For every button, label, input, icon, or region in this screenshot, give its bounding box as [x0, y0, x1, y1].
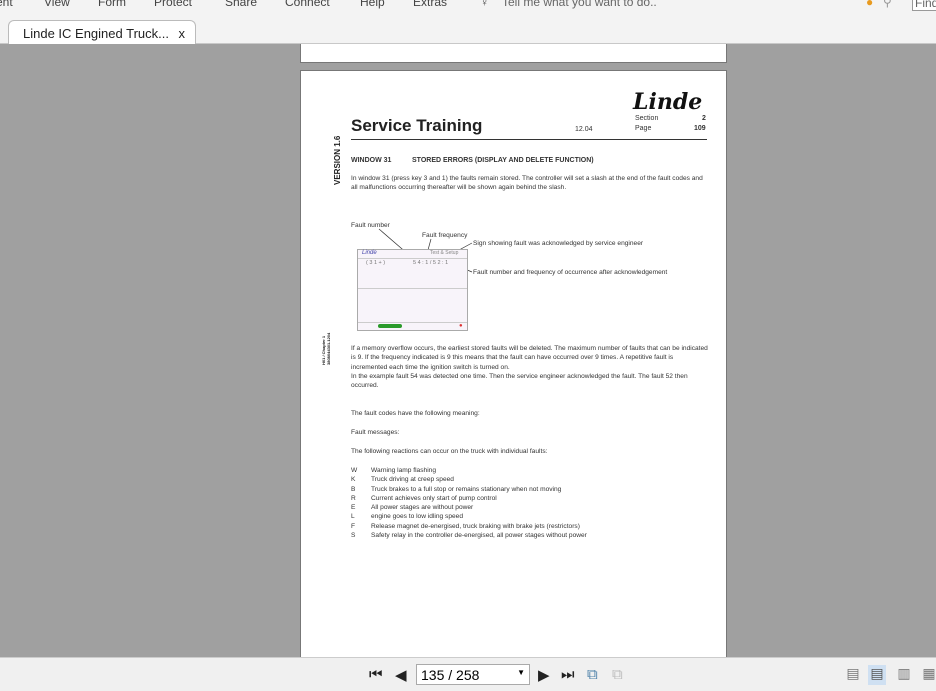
screen-title: Test & Setup	[430, 250, 459, 256]
search-icon: ⚲	[883, 0, 892, 9]
continuous-view-icon[interactable]: ▤	[868, 665, 886, 685]
list-item: E All power stages are without power	[351, 504, 474, 512]
screen-window: ( 3 1 + )	[366, 260, 386, 266]
list-item: Lengine goes to low idling speed	[351, 513, 464, 521]
document-page: Linde Service Training 12.04 Section 2 P…	[300, 70, 727, 657]
facing-view-icon[interactable]: ▥	[895, 665, 913, 685]
next-view-icon: ⧉	[612, 666, 623, 683]
document-tab[interactable]: Linde IC Engined Truck... x	[8, 20, 196, 45]
menu-view[interactable]: View	[44, 0, 70, 9]
list-item: S Safety relay in the controller de-energ…	[351, 532, 587, 540]
tab-bar: Linde IC Engined Truck... x	[0, 14, 936, 45]
close-tab-icon[interactable]: x	[179, 26, 186, 41]
screen-alert-icon: ●	[459, 323, 463, 329]
display-screen-figure: Linde Test & Setup ( 3 1 + ) 5 4 : 1 / 5…	[357, 249, 468, 331]
menu-connect[interactable]: Connect	[285, 0, 330, 9]
fault-messages-text: Fault messages:	[351, 429, 400, 436]
last-page-icon[interactable]: ⏭	[561, 666, 575, 683]
next-page-icon[interactable]: ▶	[538, 666, 550, 684]
reactions-text: The following reactions can occur on the…	[351, 448, 548, 455]
overflow-paragraph: If a memory overflow occurs, the earlies…	[351, 345, 708, 371]
example-paragraph: In the example fault 54 was detected one…	[351, 373, 688, 390]
menu-comment[interactable]: ent	[0, 0, 13, 9]
tab-title: Linde IC Engined Truck...	[23, 26, 169, 41]
continuous-facing-view-icon[interactable]: ▦	[920, 665, 936, 685]
list-item: R Current achieves only start of pump con…	[351, 494, 497, 502]
screen-status-icon	[378, 324, 402, 328]
single-page-view-icon[interactable]: ▤	[844, 665, 862, 685]
lightbulb-icon: ♀	[480, 0, 489, 9]
screen-codes: 5 4 : 1 / 5 2 : 1	[413, 260, 449, 266]
screen-logo: Linde	[362, 250, 377, 256]
list-item: W Warning lamp flashing	[351, 467, 436, 474]
menu-share[interactable]: Share	[225, 0, 257, 9]
menu-help[interactable]: Help	[360, 0, 385, 9]
menu-form[interactable]: Form	[98, 0, 126, 9]
meaning-text: The fault codes have the following meani…	[351, 410, 480, 417]
tell-me-search[interactable]: Tell me what you want to do..	[502, 0, 657, 9]
document-viewer[interactable]: Linde Service Training 12.04 Section 2 P…	[0, 44, 936, 657]
list-item: F Release magnet de-energised, truck brak…	[351, 522, 580, 530]
notification-icon[interactable]: ●	[866, 0, 873, 9]
previous-view-icon[interactable]: ⧉	[587, 666, 598, 683]
page-number-value: 135 / 258	[421, 667, 480, 683]
menu-protect[interactable]: Protect	[154, 0, 192, 9]
page-number-input[interactable]: 135 / 258 ▼	[416, 664, 530, 685]
list-item: K Truck driving at creep speed	[351, 476, 454, 484]
reaction-codes-list: W Warning lamp flashing K Truck driving at…	[351, 466, 587, 540]
page-navigation-toolbar: ⏮ ◀ 135 / 258 ▼ ▶ ⏭ ⧉ ⧉ ▤ ▤ ▥ ▦	[0, 657, 936, 691]
first-page-icon[interactable]: ⏮	[369, 666, 383, 683]
menu-bar: ent View Form Protect Share Connect Help…	[0, 0, 936, 14]
find-input[interactable]: Find	[912, 0, 936, 11]
previous-page	[300, 44, 727, 63]
menu-extras[interactable]: Extras	[413, 0, 447, 9]
chevron-down-icon[interactable]: ▼	[517, 668, 525, 677]
previous-page-icon[interactable]: ◀	[395, 666, 407, 684]
list-item: B Truck brakes to a full stop or remains …	[351, 485, 562, 493]
